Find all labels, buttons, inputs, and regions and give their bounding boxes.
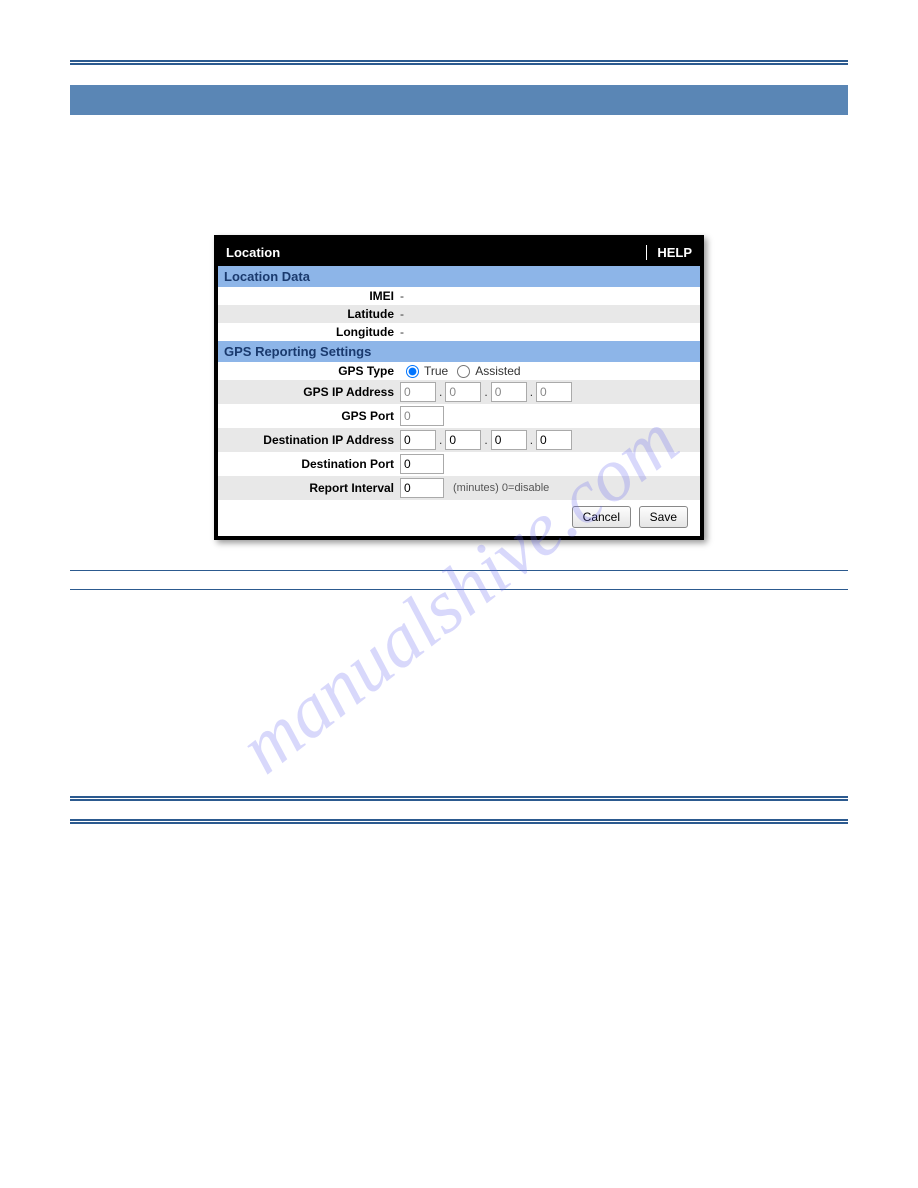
value-latitude: - (400, 307, 700, 321)
dest-ip-octet-2[interactable] (445, 430, 481, 450)
row-imei: IMEI - (218, 287, 700, 305)
gps-ip-octet-2[interactable] (445, 382, 481, 402)
label-longitude: Longitude (218, 325, 400, 339)
gps-ip-octet-1[interactable] (400, 382, 436, 402)
button-row: Cancel Save (218, 500, 700, 536)
section-location-data: Location Data (218, 266, 700, 287)
row-dest-port: Destination Port (218, 452, 700, 476)
panel-header: Location HELP (218, 239, 700, 266)
section-gps-settings: GPS Reporting Settings (218, 341, 700, 362)
radio-gps-assisted[interactable] (457, 365, 470, 378)
row-gps-port: GPS Port (218, 404, 700, 428)
value-longitude: - (400, 325, 700, 339)
save-button[interactable]: Save (639, 506, 688, 528)
label-report-interval: Report Interval (218, 481, 400, 495)
gps-port-input[interactable] (400, 406, 444, 426)
row-latitude: Latitude - (218, 305, 700, 323)
separator-2 (70, 589, 848, 590)
label-dest-port: Destination Port (218, 457, 400, 471)
label-imei: IMEI (218, 289, 400, 303)
label-gps-port: GPS Port (218, 409, 400, 423)
double-rule-1 (70, 796, 848, 801)
dest-port-input[interactable] (400, 454, 444, 474)
value-imei: - (400, 289, 700, 303)
header-blue-bar (70, 85, 848, 115)
help-link[interactable]: HELP (646, 245, 692, 260)
separator-1 (70, 570, 848, 571)
label-latitude: Latitude (218, 307, 400, 321)
double-rule-2 (70, 819, 848, 824)
label-gps-ip: GPS IP Address (218, 385, 400, 399)
row-gps-type: GPS Type True Assisted (218, 362, 700, 380)
gps-ip-octet-4[interactable] (536, 382, 572, 402)
top-double-rule (70, 60, 848, 65)
report-interval-hint: (minutes) 0=disable (453, 482, 549, 494)
dest-ip-octet-1[interactable] (400, 430, 436, 450)
cancel-button[interactable]: Cancel (572, 506, 631, 528)
row-longitude: Longitude - (218, 323, 700, 341)
label-gps-assisted: Assisted (475, 364, 520, 378)
label-gps-type: GPS Type (218, 364, 400, 378)
location-panel: Location HELP Location Data IMEI - Latit… (214, 235, 704, 540)
dest-ip-octet-4[interactable] (536, 430, 572, 450)
panel-title: Location (226, 245, 280, 260)
row-dest-ip: Destination IP Address . . . (218, 428, 700, 452)
radio-gps-true[interactable] (406, 365, 419, 378)
row-gps-ip: GPS IP Address . . . (218, 380, 700, 404)
label-gps-true: True (424, 364, 448, 378)
dest-ip-octet-3[interactable] (491, 430, 527, 450)
label-dest-ip: Destination IP Address (218, 433, 400, 447)
report-interval-input[interactable] (400, 478, 444, 498)
row-report-interval: Report Interval (minutes) 0=disable (218, 476, 700, 500)
gps-ip-octet-3[interactable] (491, 382, 527, 402)
